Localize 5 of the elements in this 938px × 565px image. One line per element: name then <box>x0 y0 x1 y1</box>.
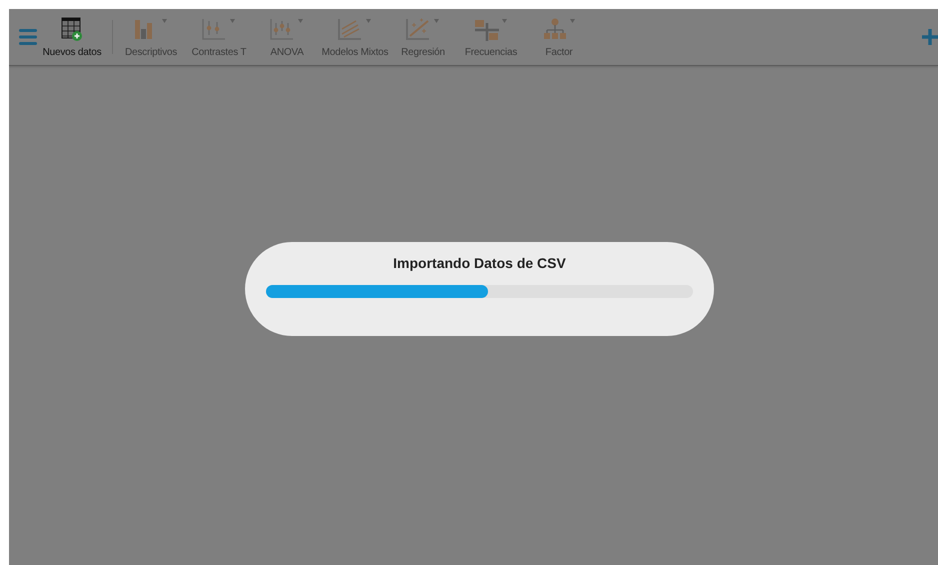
menu-icon[interactable] <box>18 26 38 48</box>
new-data-button[interactable]: Nuevos datos <box>38 16 106 58</box>
add-icon[interactable] <box>922 27 938 47</box>
table-add-icon <box>60 16 84 42</box>
dialog-title: Importando Datos de CSV <box>393 255 566 271</box>
